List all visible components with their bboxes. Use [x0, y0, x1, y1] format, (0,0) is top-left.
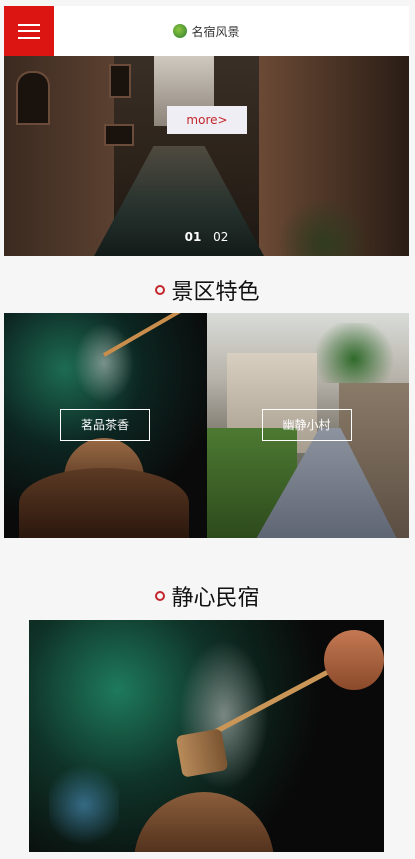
banner-plant [279, 196, 369, 256]
features-grid: 茗品茶香 幽静小村 [4, 313, 409, 538]
banner-window [104, 124, 134, 146]
logo-leaf-icon [173, 24, 188, 38]
homestay-bokeh [49, 760, 119, 850]
pager-item-1[interactable]: 01 [185, 230, 202, 244]
feature-label-village[interactable]: 幽静小村 [261, 409, 352, 441]
homestay-pot [134, 792, 274, 852]
logo-text: 名宿风景 [191, 24, 240, 39]
homestay-ladle-cup [175, 728, 229, 778]
more-button[interactable]: more> [167, 106, 247, 134]
feature-card-tea[interactable]: 茗品茶香 [4, 313, 207, 538]
pager-item-2[interactable]: 02 [213, 230, 228, 244]
header: 名宿风景 [4, 6, 409, 56]
homestay-image[interactable] [29, 620, 384, 852]
title-dot-icon [155, 591, 166, 601]
hero-banner[interactable]: more> 01 02 [4, 56, 409, 256]
banner-pager: 01 02 [4, 230, 409, 244]
features-section-title: 景区特色 [0, 274, 415, 306]
banner-window [109, 64, 131, 98]
title-dot-icon [155, 285, 166, 295]
feature-card-village[interactable]: 幽静小村 [206, 313, 409, 538]
feature-label-tea[interactable]: 茗品茶香 [60, 409, 150, 441]
banner-window [16, 71, 50, 125]
page: 名宿风景 more> 01 02 景区特色 茗品茶香 幽静小村 静心民宿 [0, 0, 415, 859]
tea-bowl [19, 468, 189, 538]
menu-button[interactable] [4, 6, 54, 56]
homestay-section-title: 静心民宿 [0, 580, 415, 612]
village-trees [309, 323, 399, 383]
homestay-hand [324, 630, 384, 690]
logo[interactable]: 名宿风景 [173, 23, 240, 40]
hamburger-icon [18, 23, 40, 39]
features-title-text: 景区特色 [171, 280, 260, 305]
tea-steam [74, 323, 134, 403]
homestay-title-text: 静心民宿 [171, 586, 260, 611]
